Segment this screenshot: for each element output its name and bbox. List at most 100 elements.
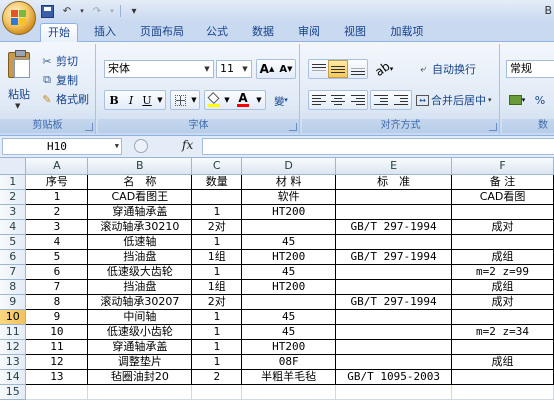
row-header[interactable]: 9 <box>0 294 27 310</box>
cell[interactable] <box>335 384 453 400</box>
cell[interactable]: 1 <box>191 324 243 340</box>
cell[interactable]: HT200 <box>241 279 337 295</box>
tab-data[interactable]: 数据 <box>246 23 280 42</box>
select-all-corner[interactable] <box>0 158 27 175</box>
cell[interactable]: 4 <box>25 234 89 250</box>
name-box[interactable]: H10 ▼ <box>2 138 122 155</box>
cell[interactable] <box>87 384 193 400</box>
decrease-indent-button[interactable] <box>371 90 391 110</box>
redo-button[interactable]: ↷ <box>88 3 106 19</box>
cell[interactable]: 调整垫片 <box>87 354 193 370</box>
row-header[interactable]: 1 <box>0 174 27 190</box>
phonetic-button[interactable]: 變 ▾ <box>270 90 292 110</box>
cell[interactable]: 45 <box>241 234 337 250</box>
row-header[interactable]: 6 <box>0 249 27 265</box>
cell[interactable]: 成对 <box>451 219 554 235</box>
row-header[interactable]: 7 <box>0 264 27 280</box>
column-header[interactable]: D <box>241 158 337 175</box>
cell[interactable]: 滚动轴承30207 <box>87 294 193 310</box>
cell[interactable]: 7 <box>25 279 89 295</box>
wrap-text-button[interactable]: ⤶ 自动换行 <box>416 60 476 78</box>
cell[interactable] <box>335 264 453 280</box>
cell[interactable] <box>451 339 554 355</box>
cell[interactable]: 13 <box>25 369 89 385</box>
underline-dropdown[interactable]: ▼ <box>154 90 166 110</box>
tab-page-layout[interactable]: 页面布局 <box>134 23 190 42</box>
cell[interactable]: CAD看图王 <box>87 189 193 205</box>
cell[interactable]: 08F <box>241 354 337 370</box>
row-header[interactable]: 2 <box>0 189 27 205</box>
cell[interactable]: m=2 z=34 <box>451 324 554 340</box>
cell[interactable]: 成组 <box>451 279 554 295</box>
tab-insert[interactable]: 插入 <box>88 23 122 42</box>
cell[interactable]: GB/T 297-1994 <box>335 294 453 310</box>
cell[interactable]: 1 <box>191 204 243 220</box>
cell[interactable]: 挡油盘 <box>87 249 193 265</box>
tab-home[interactable]: 开始 <box>40 23 78 42</box>
cell[interactable] <box>451 234 554 250</box>
cell[interactable] <box>241 294 337 310</box>
cell[interactable]: 名 称 <box>87 174 193 190</box>
cell[interactable]: 45 <box>241 309 337 325</box>
cell[interactable]: 11 <box>25 339 89 355</box>
cell[interactable]: 2对 <box>191 219 243 235</box>
cell[interactable]: GB/T 1095-2003 <box>335 369 453 385</box>
cell[interactable]: 低速级小齿轮 <box>87 324 193 340</box>
cell[interactable]: 软件 <box>241 189 337 205</box>
cell[interactable]: GB/T 297-1994 <box>335 249 453 265</box>
copy-button[interactable]: ⧉ 复制 <box>40 71 78 89</box>
bold-button[interactable]: B <box>105 90 123 110</box>
tab-formulas[interactable]: 公式 <box>200 23 234 42</box>
font-size-select[interactable]: 11 ▼ <box>216 60 252 78</box>
cell[interactable]: 9 <box>25 309 89 325</box>
increase-indent-button[interactable] <box>391 90 411 110</box>
row-header[interactable]: 3 <box>0 204 27 220</box>
align-left-button[interactable] <box>309 90 328 110</box>
cell[interactable]: 45 <box>241 264 337 280</box>
customize-qat-button[interactable]: ▾ <box>125 3 143 19</box>
shrink-font-button[interactable]: A ▼ <box>276 59 296 79</box>
cell[interactable] <box>335 339 453 355</box>
cell[interactable] <box>451 204 554 220</box>
cell[interactable]: 12 <box>25 354 89 370</box>
tab-review[interactable]: 审阅 <box>292 23 326 42</box>
cell[interactable]: 1组 <box>191 279 243 295</box>
cell[interactable]: 半粗羊毛毡 <box>241 369 337 385</box>
cell[interactable]: 10 <box>25 324 89 340</box>
cell[interactable]: 1 <box>191 264 243 280</box>
grow-font-button[interactable]: A ▲ <box>257 59 277 79</box>
row-header[interactable]: 14 <box>0 369 27 385</box>
align-bottom-button[interactable] <box>348 59 367 79</box>
save-button[interactable] <box>38 3 56 19</box>
cell[interactable] <box>451 309 554 325</box>
cell[interactable]: 2 <box>25 204 89 220</box>
cell[interactable] <box>335 309 453 325</box>
merge-center-button[interactable]: ↔ 合并后居中 ▾ <box>416 91 492 109</box>
cell[interactable]: 数量 <box>191 174 243 190</box>
cell[interactable]: HT200 <box>241 249 337 265</box>
cell[interactable]: 穿通轴承盖 <box>87 339 193 355</box>
cell[interactable]: 材 料 <box>241 174 337 190</box>
insert-function-button[interactable]: fx <box>182 138 193 152</box>
font-color-dropdown[interactable]: ▼ <box>253 90 265 110</box>
font-launcher-icon[interactable] <box>289 123 297 131</box>
row-header[interactable]: 5 <box>0 234 27 250</box>
row-header[interactable]: 4 <box>0 219 27 235</box>
fill-color-dropdown[interactable]: ▼ <box>222 90 232 110</box>
cell[interactable] <box>335 324 453 340</box>
borders-button[interactable] <box>171 90 189 110</box>
cell[interactable] <box>25 384 89 400</box>
font-name-select[interactable]: 宋体 ▼ <box>104 60 214 78</box>
column-header[interactable]: E <box>335 158 453 175</box>
paste-button[interactable]: 粘贴 ▼ <box>4 46 34 112</box>
cell[interactable]: 2 <box>191 369 243 385</box>
cell[interactable]: 1 <box>191 354 243 370</box>
cell[interactable]: 低速级大齿轮 <box>87 264 193 280</box>
undo-button[interactable]: ↶ <box>58 3 76 19</box>
row-header[interactable]: 10 <box>0 309 27 325</box>
cell[interactable] <box>241 219 337 235</box>
office-button[interactable] <box>2 1 36 35</box>
tab-view[interactable]: 视图 <box>338 23 372 42</box>
cell[interactable]: 标 准 <box>335 174 453 190</box>
format-painter-button[interactable]: ✎ 格式刷 <box>40 90 89 108</box>
